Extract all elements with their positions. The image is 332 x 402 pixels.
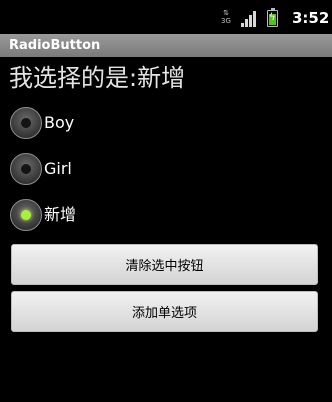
battery-charging-icon: ϟ <box>267 8 278 27</box>
app-title-bar: RadioButton <box>0 34 332 57</box>
status-clock: 3:52 <box>292 9 330 27</box>
selection-label: 我选择的是:新增 <box>9 64 186 92</box>
app-title: RadioButton <box>9 38 101 53</box>
radio-button-icon[interactable] <box>10 153 42 185</box>
radio-label[interactable]: 新增 <box>44 204 76 226</box>
clear-selection-button[interactable]: 清除选中按钮 <box>11 244 318 285</box>
radio-option-girl[interactable]: Girl <box>10 153 310 187</box>
signal-icon <box>241 11 257 27</box>
add-radio-option-button[interactable]: 添加单选项 <box>11 291 318 332</box>
radio-button-icon[interactable] <box>10 107 42 139</box>
radio-label[interactable]: Girl <box>44 158 72 180</box>
radio-button-checked-icon[interactable] <box>10 199 42 231</box>
network-3g-icon: ⇅ 3G <box>221 9 231 25</box>
radio-option-new[interactable]: 新增 <box>10 199 310 233</box>
status-bar: ⇅ 3G ϟ 3:52 <box>0 0 332 34</box>
radio-label[interactable]: Boy <box>44 112 74 134</box>
radio-option-boy[interactable]: Boy <box>10 107 310 141</box>
